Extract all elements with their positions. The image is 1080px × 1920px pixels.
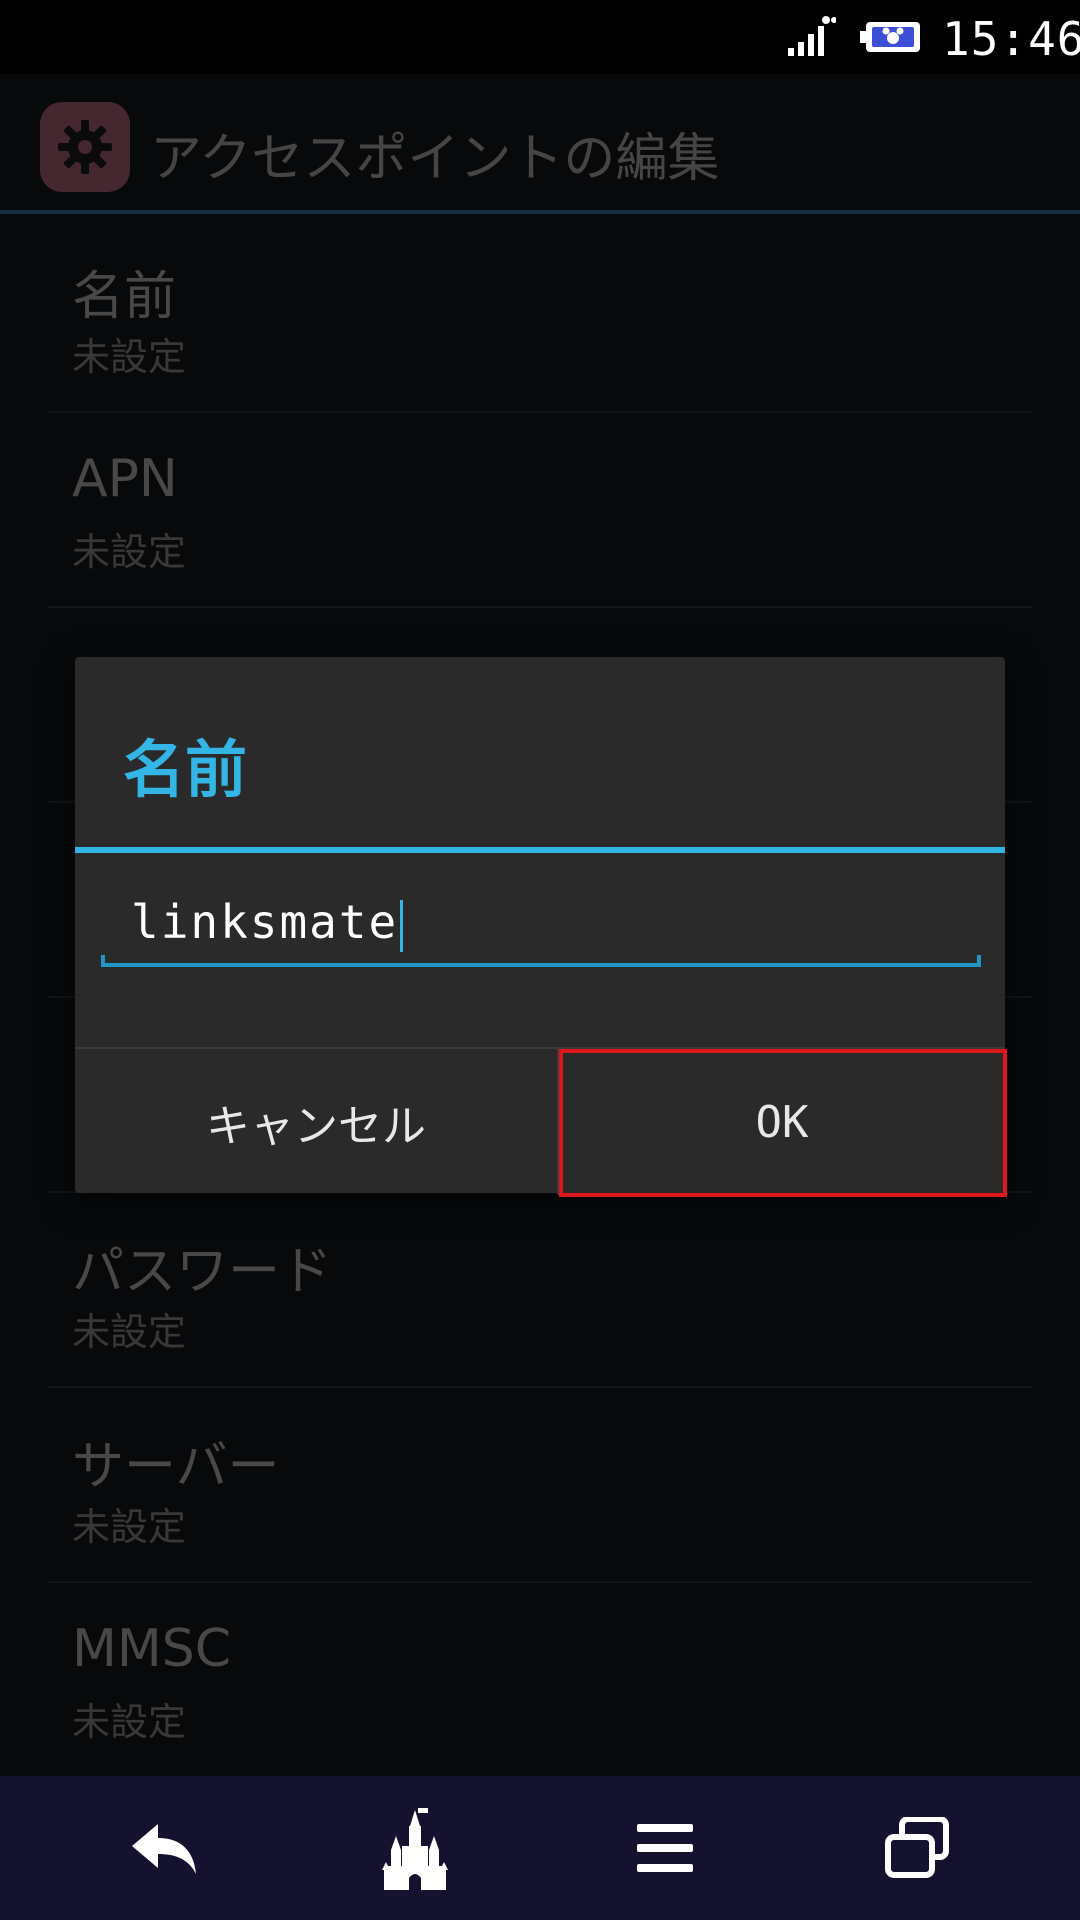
dialog-title-divider bbox=[75, 847, 1005, 853]
text-caret bbox=[400, 899, 404, 952]
recent-apps-icon bbox=[885, 1817, 949, 1878]
name-input-text: linksmate bbox=[131, 895, 399, 949]
cancel-button[interactable]: キャンセル bbox=[75, 1049, 557, 1195]
back-arrow-icon bbox=[132, 1824, 196, 1874]
castle-home-icon bbox=[382, 1808, 448, 1890]
back-button[interactable] bbox=[120, 1806, 210, 1890]
menu-button[interactable] bbox=[620, 1806, 710, 1890]
home-button[interactable] bbox=[370, 1806, 460, 1890]
input-underline-tick-left bbox=[101, 955, 105, 967]
status-bar: 15:46 bbox=[0, 0, 1080, 74]
name-input[interactable]: linksmate bbox=[101, 887, 981, 967]
signal-bars-icon bbox=[788, 16, 836, 56]
menu-icon bbox=[637, 1824, 693, 1872]
battery-icon bbox=[860, 22, 920, 52]
name-input-value: linksmate bbox=[131, 895, 404, 952]
navigation-bar bbox=[0, 1776, 1080, 1920]
input-underline-tick-right bbox=[977, 955, 981, 967]
ok-highlight-box bbox=[559, 1049, 1007, 1197]
recent-apps-button[interactable] bbox=[872, 1806, 962, 1890]
clock: 15:46 bbox=[942, 12, 1080, 66]
dialog-title: 名前 bbox=[123, 733, 248, 806]
input-underline bbox=[101, 963, 981, 967]
